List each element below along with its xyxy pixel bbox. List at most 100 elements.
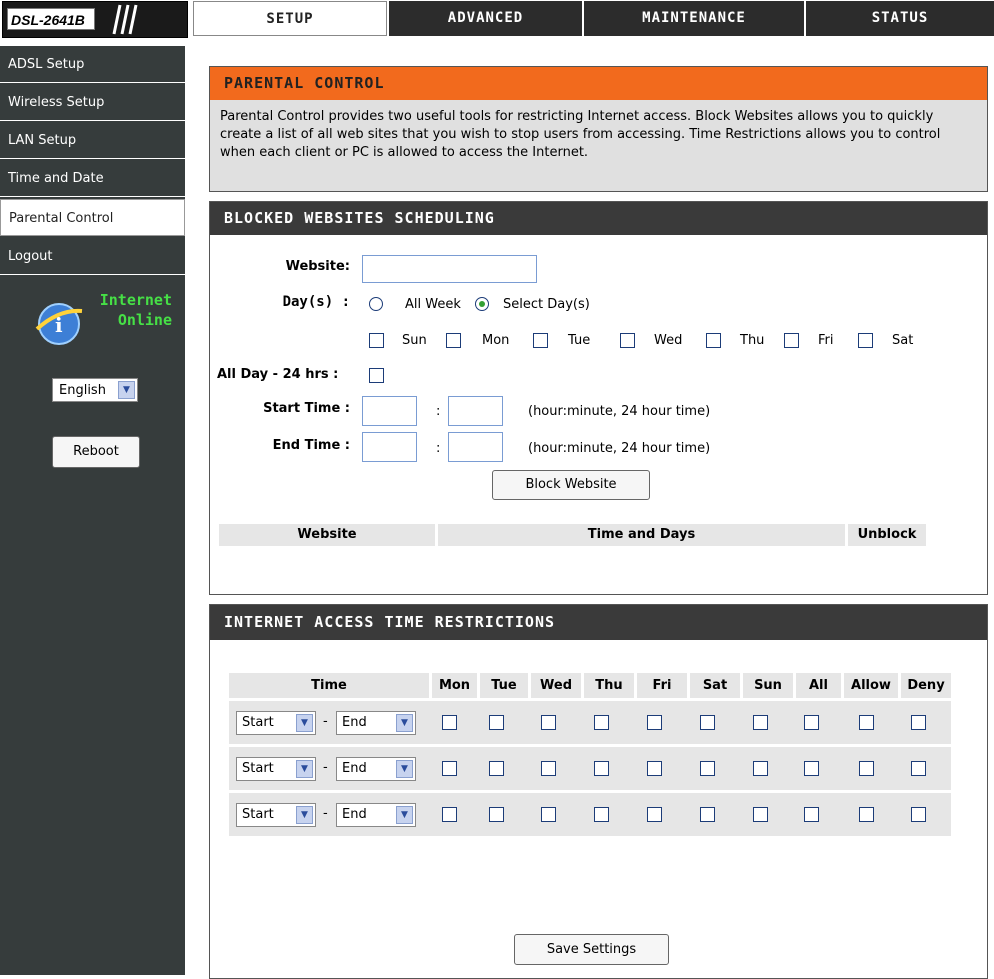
time-restrictions-title: INTERNET ACCESS TIME RESTRICTIONS bbox=[210, 605, 987, 640]
block-website-button[interactable]: Block Website bbox=[492, 470, 650, 500]
row3-start-select[interactable]: Start ▼ bbox=[236, 803, 316, 827]
row3-wed-checkbox[interactable] bbox=[541, 807, 556, 822]
reboot-button[interactable]: Reboot bbox=[52, 436, 140, 468]
row1-mon-checkbox[interactable] bbox=[442, 715, 457, 730]
start-time-colon: : bbox=[436, 404, 441, 419]
row1-sat-checkbox[interactable] bbox=[700, 715, 715, 730]
intro-description: Parental Control provides two useful too… bbox=[220, 109, 941, 160]
row1-all-checkbox[interactable] bbox=[804, 715, 819, 730]
slashes-decoration bbox=[112, 4, 138, 35]
row1-start-select[interactable]: Start ▼ bbox=[236, 711, 316, 735]
row3-mon-checkbox[interactable] bbox=[442, 807, 457, 822]
row2-start-select[interactable]: Start ▼ bbox=[236, 757, 316, 781]
row2-thu-checkbox[interactable] bbox=[594, 761, 609, 776]
end-time-hint: (hour:minute, 24 hour time) bbox=[528, 441, 711, 456]
chevron-down-icon: ▼ bbox=[396, 806, 413, 824]
end-time-colon: : bbox=[436, 441, 441, 456]
model-name: DSL-2641B bbox=[7, 8, 95, 30]
internet-globe-icon: i bbox=[35, 303, 83, 345]
row2-all-checkbox[interactable] bbox=[804, 761, 819, 776]
end-hour-input[interactable] bbox=[362, 432, 417, 462]
day-checkbox-wed[interactable] bbox=[620, 333, 635, 348]
website-input[interactable] bbox=[362, 255, 537, 283]
website-label: Website: bbox=[285, 259, 350, 274]
row2-tue-checkbox[interactable] bbox=[489, 761, 504, 776]
row3-all-checkbox[interactable] bbox=[804, 807, 819, 822]
row1-end-select[interactable]: End ▼ bbox=[336, 711, 416, 735]
row1-sun-checkbox[interactable] bbox=[753, 715, 768, 730]
row1-thu-checkbox[interactable] bbox=[594, 715, 609, 730]
row2-allow-checkbox[interactable] bbox=[859, 761, 874, 776]
row1-fri-checkbox[interactable] bbox=[647, 715, 662, 730]
row2-fri-checkbox[interactable] bbox=[647, 761, 662, 776]
day-checkbox-fri[interactable] bbox=[784, 333, 799, 348]
row1-deny-checkbox[interactable] bbox=[911, 715, 926, 730]
row1-tue-checkbox[interactable] bbox=[489, 715, 504, 730]
select-days-label: Select Day(s) bbox=[503, 297, 590, 312]
tab-maintenance[interactable]: MAINTENANCE bbox=[583, 1, 804, 36]
col-deny-header: Deny bbox=[901, 673, 951, 698]
day-checkbox-sun[interactable] bbox=[369, 333, 384, 348]
row2-deny-checkbox[interactable] bbox=[911, 761, 926, 776]
day-checkbox-tue[interactable] bbox=[533, 333, 548, 348]
sidebar-item-logout[interactable]: Logout bbox=[0, 238, 185, 275]
chevron-down-icon: ▼ bbox=[396, 714, 413, 732]
page-title: PARENTAL CONTROL bbox=[210, 67, 987, 100]
language-select[interactable]: English ▼ bbox=[52, 378, 138, 402]
col-thu-header: Thu bbox=[584, 673, 634, 698]
all-day-checkbox[interactable] bbox=[369, 368, 384, 383]
start-time-hint: (hour:minute, 24 hour time) bbox=[528, 404, 711, 419]
row2-sun-checkbox[interactable] bbox=[753, 761, 768, 776]
row2-mon-checkbox[interactable] bbox=[442, 761, 457, 776]
all-week-radio[interactable] bbox=[369, 297, 383, 311]
day-checkbox-thu[interactable] bbox=[706, 333, 721, 348]
row3-deny-checkbox[interactable] bbox=[911, 807, 926, 822]
row3-fri-checkbox[interactable] bbox=[647, 807, 662, 822]
chevron-down-icon: ▼ bbox=[296, 760, 313, 778]
row1-wed-checkbox[interactable] bbox=[541, 715, 556, 730]
col-fri-header: Fri bbox=[637, 673, 687, 698]
col-sat-header: Sat bbox=[690, 673, 740, 698]
row3-sun-checkbox[interactable] bbox=[753, 807, 768, 822]
row2-sat-checkbox[interactable] bbox=[700, 761, 715, 776]
col-time-and-days-header: Time and Days bbox=[438, 524, 845, 546]
day-label-mon: Mon bbox=[482, 333, 510, 348]
day-checkbox-sat[interactable] bbox=[858, 333, 873, 348]
day-checkbox-mon[interactable] bbox=[446, 333, 461, 348]
row3-tue-checkbox[interactable] bbox=[489, 807, 504, 822]
row3-thu-checkbox[interactable] bbox=[594, 807, 609, 822]
language-value: English bbox=[59, 383, 106, 398]
chevron-down-icon: ▼ bbox=[296, 714, 313, 732]
col-tue-header: Tue bbox=[480, 673, 528, 698]
sidebar-item-time-and-date[interactable]: Time and Date bbox=[0, 160, 185, 197]
day-label-fri: Fri bbox=[818, 333, 834, 348]
internet-status-line2: Online bbox=[117, 311, 172, 329]
row3-sat-checkbox[interactable] bbox=[700, 807, 715, 822]
row1-allow-checkbox[interactable] bbox=[859, 715, 874, 730]
col-allow-header: Allow bbox=[844, 673, 898, 698]
row3-dash: - bbox=[323, 806, 328, 821]
save-settings-button[interactable]: Save Settings bbox=[514, 934, 669, 965]
row2-end-select[interactable]: End ▼ bbox=[336, 757, 416, 781]
start-hour-input[interactable] bbox=[362, 396, 417, 426]
tab-setup[interactable]: SETUP bbox=[193, 1, 387, 36]
row3-allow-checkbox[interactable] bbox=[859, 807, 874, 822]
col-wed-header: Wed bbox=[531, 673, 581, 698]
all-day-label: All Day - 24 hrs : bbox=[217, 367, 339, 382]
sidebar-item-parental-control[interactable]: Parental Control bbox=[0, 199, 185, 236]
sidebar-item-adsl-setup[interactable]: ADSL Setup bbox=[0, 46, 185, 83]
sidebar-item-wireless-setup[interactable]: Wireless Setup bbox=[0, 84, 185, 121]
col-unblock-header: Unblock bbox=[848, 524, 926, 546]
tab-advanced[interactable]: ADVANCED bbox=[388, 1, 582, 36]
tab-status[interactable]: STATUS bbox=[805, 1, 994, 36]
col-sun-header: Sun bbox=[743, 673, 793, 698]
row3-end-select[interactable]: End ▼ bbox=[336, 803, 416, 827]
row3-end-value: End bbox=[342, 807, 367, 822]
row2-wed-checkbox[interactable] bbox=[541, 761, 556, 776]
sidebar: ADSL Setup Wireless Setup LAN Setup Time… bbox=[0, 46, 185, 975]
sidebar-item-lan-setup[interactable]: LAN Setup bbox=[0, 122, 185, 159]
start-minute-input[interactable] bbox=[448, 396, 503, 426]
select-days-radio[interactable] bbox=[475, 297, 489, 311]
row2-start-value: Start bbox=[242, 761, 274, 776]
end-minute-input[interactable] bbox=[448, 432, 503, 462]
